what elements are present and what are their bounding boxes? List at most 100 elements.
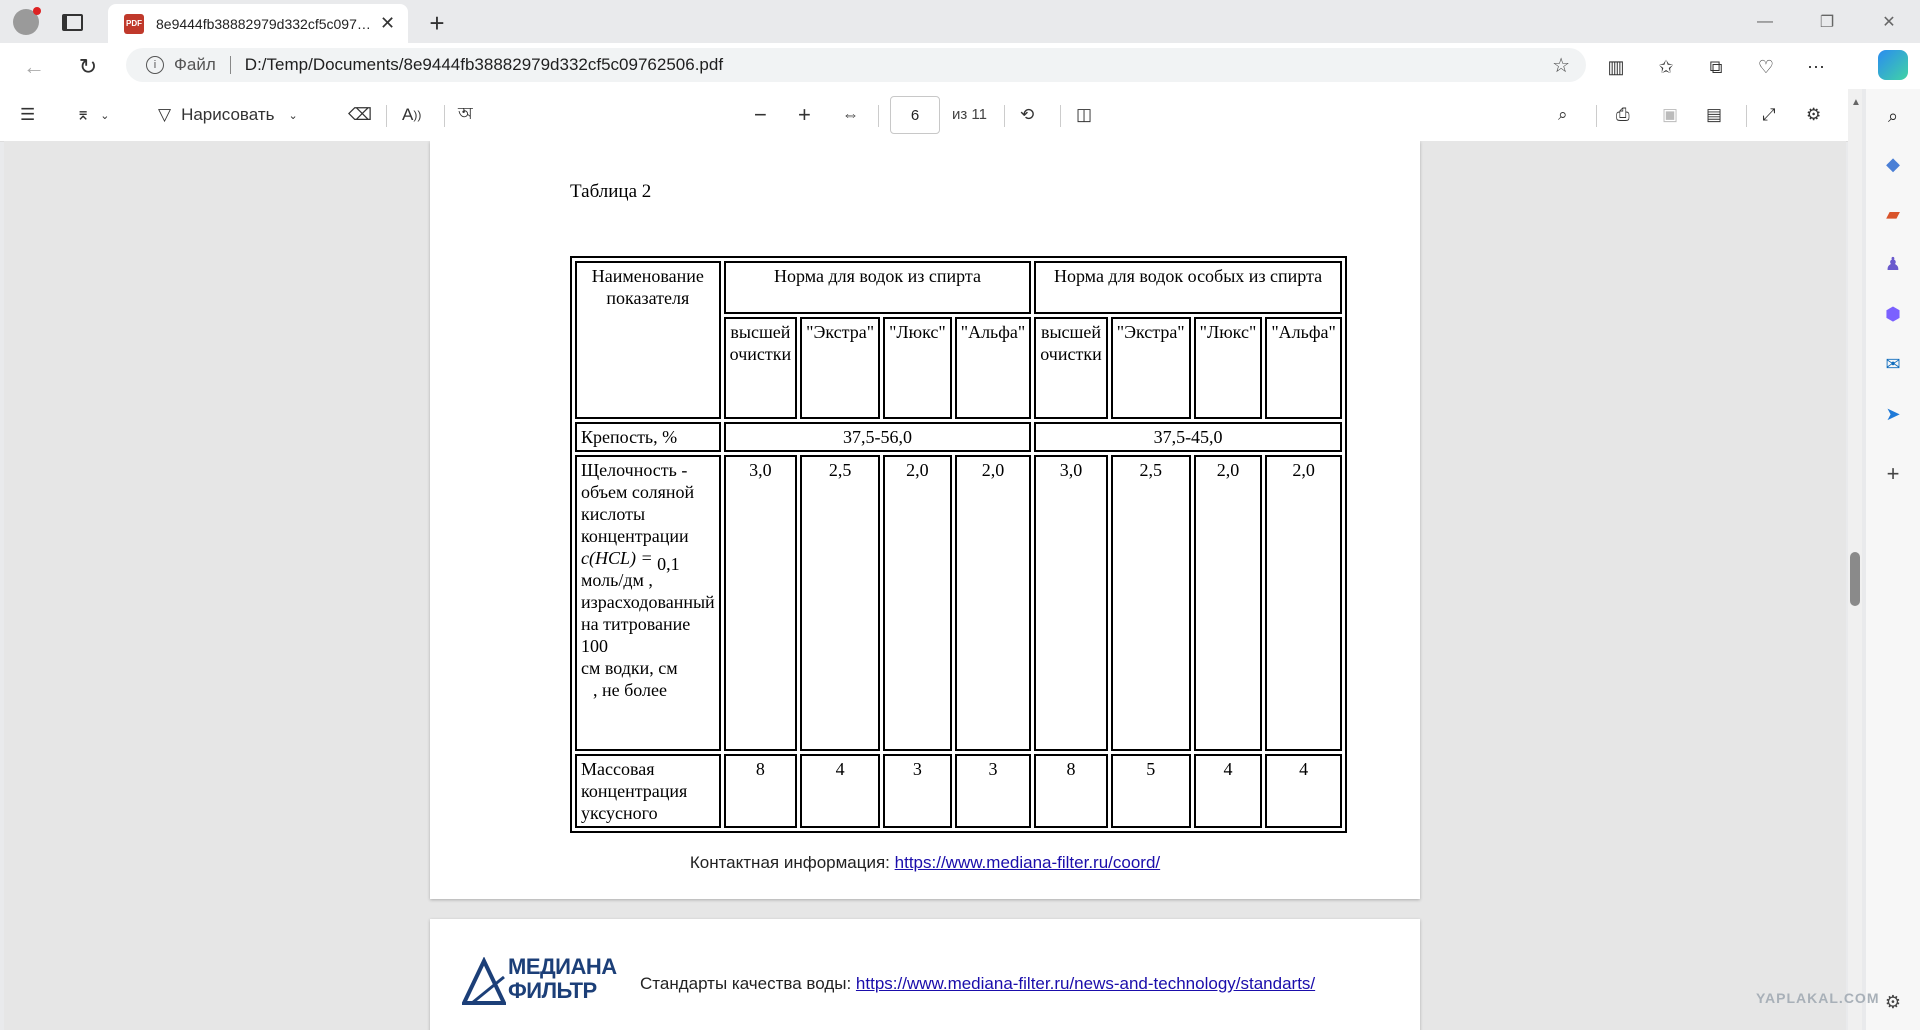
fit-width-icon[interactable]: ⇔ [842,101,859,129]
toolbar-divider [1060,105,1061,127]
favorites-icon[interactable]: ✩ [1650,51,1682,83]
table-cell: 2,0 [954,455,1032,751]
pdf-file-icon: PDF [124,13,144,34]
draw-icon: ▽ [158,105,172,124]
table-cell: 3,0 [723,455,798,751]
back-button[interactable]: ← [18,51,50,83]
table-subheader: "Экстра" [800,317,881,419]
sidebar-telegram-icon[interactable]: ➤ [1880,401,1906,427]
table-header-name: Наименование показателя [575,261,721,419]
table-cell: 3,0 [1034,455,1108,751]
toolbar-divider [1004,105,1005,127]
logo-triangle-icon [462,957,506,1005]
profile-button[interactable] [10,6,42,38]
logo-text: МЕДИАНА ФИЛЬТР [508,955,617,1003]
maximize-button[interactable]: ❐ [1796,0,1858,43]
print-icon[interactable]: ⎙ [1616,101,1630,129]
page-view-icon[interactable]: ◫ [1076,101,1092,129]
table-subheader: "Альфа" [1265,317,1342,419]
table-cell: 4 [800,754,881,828]
row-label-alkalinity: Щелочность - объем соляной кислоты конце… [575,455,721,751]
vertical-scrollbar[interactable]: ▲ [1848,89,1862,1030]
url-scheme: Файл [174,55,216,74]
scrollbar-thumb[interactable] [1850,552,1860,606]
minimize-button[interactable]: — [1734,0,1796,43]
table-subheader: "Люкс" [1193,317,1263,419]
edge-sidebar: ⌕ ◆ ▰ ♟ ⬢ ✉ ➤ + ⚙ [1866,89,1920,1030]
read-aloud-icon[interactable]: A)) [402,101,421,129]
toolbar-divider [386,105,387,127]
more-menu-icon[interactable]: ⋯ [1800,51,1832,83]
highlight-icon[interactable]: ⌆ ⌄ [76,101,109,129]
table-cell: 37,5-56,0 [723,422,1032,452]
contact-label: Контактная информация: [689,853,895,872]
toolbar-divider [1746,105,1747,127]
zoom-in-icon[interactable]: + [798,101,811,129]
toolbar-divider [1596,105,1597,127]
scroll-up-icon[interactable]: ▲ [1851,97,1861,108]
tab-title: 8e9444fb38882979d332cf5c097… [156,15,371,32]
close-window-button[interactable]: ✕ [1858,0,1920,43]
search-icon[interactable]: ⌕ [1558,101,1568,129]
draw-label: Нарисовать [181,105,275,124]
tab-actions-icon [61,13,83,31]
contents-icon[interactable]: ☰ [20,101,35,129]
sidebar-add-icon[interactable]: + [1880,461,1906,487]
table-cell: 5 [1110,754,1191,828]
table-cell: 2,0 [1193,455,1263,751]
tab-pdf-document[interactable]: PDF 8e9444fb38882979d332cf5c097… ✕ [108,4,408,43]
toolbar-divider [444,105,445,127]
sidebar-office-icon[interactable]: ⬢ [1880,301,1906,327]
zoom-out-icon[interactable]: − [754,101,767,129]
alkalinity-formula: c(HCL) = [581,548,653,568]
alkalinity-text: Щелочность - объем соляной кислоты конце… [581,460,695,546]
logo-line2: ФИЛЬТР [508,978,597,1003]
table-cell: 2,5 [800,455,881,751]
logo-line1: МЕДИАНА [508,954,617,979]
toolbar-divider [878,105,879,127]
table-row: Крепость, % 37,5-56,0 37,5-45,0 [575,422,1342,452]
fullscreen-icon[interactable]: ⤢ [1762,101,1776,129]
close-tab-icon[interactable]: ✕ [380,13,395,34]
table-cell: 8 [723,754,798,828]
table-header-group1: Норма для водок из спирта [723,261,1032,315]
new-tab-button[interactable]: + [420,6,454,40]
pdf-page: Таблица 2 Наименование показателя Норма … [430,141,1420,899]
page-number-input[interactable]: 6 [890,96,940,134]
table-caption: Таблица 2 [570,181,652,202]
translate-icon[interactable]: অ [458,101,473,129]
contact-info: Контактная информация: https://www.media… [430,853,1420,873]
contact-link[interactable]: https://www.mediana-filter.ru/coord/ [895,853,1161,872]
sidebar-shopping-icon[interactable]: ◆ [1880,151,1906,177]
table-subheader: высшей очистки [723,317,798,419]
sidebar-search-icon[interactable]: ⌕ [1880,103,1906,129]
tab-actions-button[interactable] [56,6,88,38]
split-screen-icon[interactable]: ▥ [1600,51,1632,83]
table-header-group2: Норма для водок особых из спирта [1034,261,1342,315]
draw-button[interactable]: ▽ Нарисовать ⌄ [158,101,298,129]
info-icon[interactable]: i [146,56,164,74]
sidebar-settings-gear-icon[interactable]: ⚙ [1880,989,1906,1015]
page-count: из 11 [952,106,987,123]
browser-essentials-icon[interactable]: ♡ [1750,51,1782,83]
pdf-viewer[interactable]: Таблица 2 Наименование показателя Норма … [4,141,1846,1030]
table-subheader: высшей очистки [1034,317,1108,419]
title-bar: PDF 8e9444fb38882979d332cf5c097… ✕ + — ❐… [0,0,1920,43]
rotate-icon[interactable]: ⟲ [1020,101,1034,129]
refresh-button[interactable]: ↻ [72,51,104,83]
copilot-icon[interactable] [1878,50,1908,80]
standards-link[interactable]: https://www.mediana-filter.ru/news-and-t… [856,974,1315,993]
eraser-icon[interactable]: ⌫ [348,101,372,129]
save-icon[interactable]: ▣ [1662,101,1678,129]
standards-info: Стандарты качества воды: https://www.med… [640,974,1315,994]
settings-gear-icon[interactable]: ⚙ [1806,101,1821,129]
sidebar-tools-icon[interactable]: ▰ [1880,201,1906,227]
url-field[interactable]: i Файл D:/Temp/Documents/8e9444fb3888297… [126,48,1586,82]
norm-table: Наименование показателя Норма для водок … [570,256,1347,833]
sidebar-outlook-icon[interactable]: ✉ [1880,351,1906,377]
table-cell: 2,0 [883,455,952,751]
sidebar-games-icon[interactable]: ♟ [1880,251,1906,277]
favorite-star-icon[interactable]: ☆ [1552,53,1570,78]
collections-icon[interactable]: ⧉ [1700,51,1732,83]
save-as-icon[interactable]: ▤ [1706,101,1722,129]
